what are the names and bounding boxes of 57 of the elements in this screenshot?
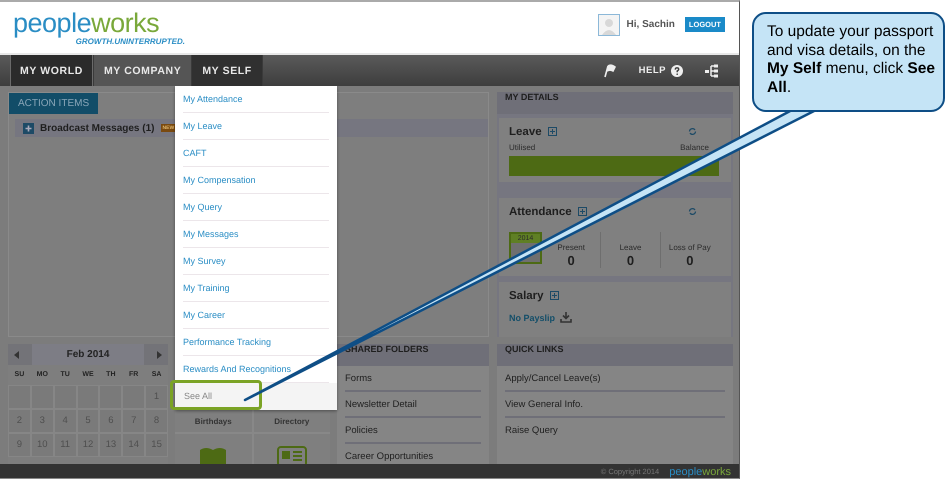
stat-value: 0 [686,253,694,268]
menu-item[interactable]: My Survey [183,248,329,275]
quick-link[interactable]: Apply/Cancel Leave(s) [505,366,725,392]
flag-icon[interactable] [602,64,617,78]
panel-heading: MY DETAILS [497,92,733,114]
card-title: Attendance [509,206,572,218]
avatar-icon [598,14,620,36]
quick-link[interactable]: Raise Query [505,418,725,442]
folder-link[interactable]: Newsletter Detail [345,392,481,418]
stat-value: 0 [626,253,634,268]
menu-item[interactable]: My Training [183,275,329,302]
menu-item[interactable]: My Messages [183,221,329,248]
stat-value: 0 [568,253,575,268]
payslip-link[interactable]: No Payslip [509,312,556,322]
stat-label: Loss of Pay [668,243,711,253]
folder-link[interactable]: Career Opportunities [345,444,481,464]
refresh-icon[interactable] [688,207,697,216]
help-icon [671,64,683,76]
stat-label: Present [557,243,585,253]
expand-icon[interactable] [548,127,557,136]
menu-item[interactable]: My Leave [183,113,329,140]
refresh-icon[interactable] [688,127,697,136]
expand-icon[interactable] [550,291,559,300]
book-icon [199,446,228,464]
expand-icon[interactable] [578,207,587,216]
download-icon[interactable] [560,312,572,323]
id-card-icon [276,446,307,464]
folder-link[interactable]: Policies [345,418,481,444]
nav-tab[interactable]: MY SELF [192,55,263,86]
menu-item[interactable]: Performance Tracking [183,329,329,356]
hierarchy-icon[interactable] [705,64,719,78]
widget-tile[interactable] [254,434,330,464]
card-title: Salary [509,290,544,302]
folder-link[interactable]: Forms [345,366,481,392]
help-button[interactable]: HELP [638,64,683,76]
menu-item[interactable]: CAFT [183,140,329,167]
menu-item[interactable]: My Career [183,302,329,329]
menu-item[interactable]: My Compensation [183,167,329,194]
action-items-tab[interactable]: ACTION ITEMS [9,93,98,114]
menu-item[interactable]: My Attendance [183,86,329,113]
broadcast-messages-label[interactable]: Broadcast Messages (1) [40,122,154,134]
quick-link[interactable]: View General Info. [505,392,725,418]
nav-tab[interactable]: MY WORLD [10,55,94,86]
panel-heading: QUICK LINKS [497,344,733,366]
balance-label: Balance [680,143,709,153]
callout-bubble: To update your passport and visa details, on the My Self menu, click See All. [752,12,945,112]
greeting-text: Hi, Sachin [626,19,675,30]
card-title: Leave [509,126,542,138]
utilised-label: Utilised [509,143,536,153]
menu-item[interactable]: My Query [183,194,329,221]
stat-label: Leave [620,243,642,253]
nav-tab[interactable]: MY COMPANY [94,55,192,86]
widget-tile[interactable] [175,434,252,464]
logo: peopleworks GROWTH.UNINTERRUPTED. [13,10,186,46]
footer-logo: peopleworks [669,465,731,480]
month-label: Feb 2014 [32,344,144,365]
expand-icon[interactable] [23,122,34,134]
